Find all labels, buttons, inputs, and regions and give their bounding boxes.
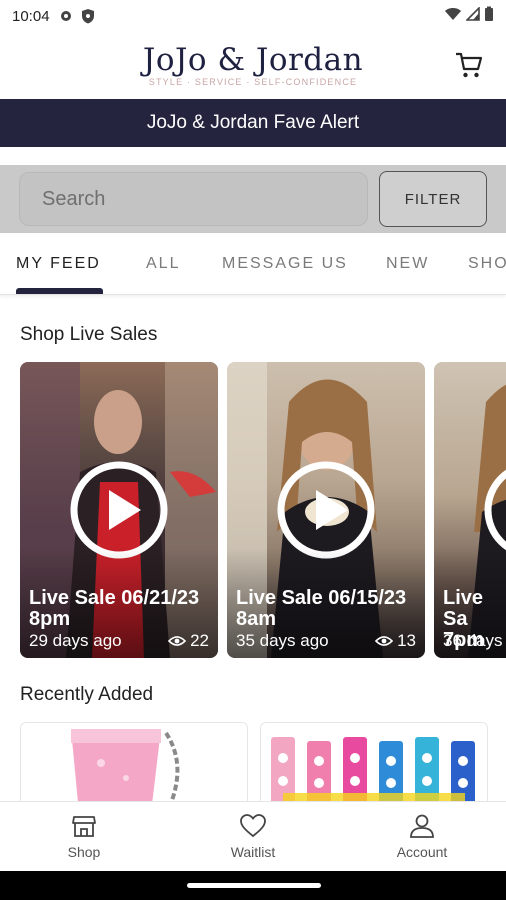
nav-waitlist-label: Waitlist bbox=[230, 844, 276, 860]
fave-alert-text: JoJo & Jordan Fave Alert bbox=[146, 112, 360, 133]
nav-waitlist[interactable]: Waitlist bbox=[169, 802, 337, 872]
tab-message-us[interactable]: MESSAGE US bbox=[222, 233, 348, 294]
bottom-nav: Shop Waitlist Account bbox=[0, 801, 506, 871]
product-card[interactable] bbox=[260, 722, 488, 802]
section-title-live: Shop Live Sales bbox=[20, 324, 158, 345]
search-bar: Search FILTER bbox=[0, 165, 506, 233]
product-card[interactable] bbox=[20, 722, 248, 802]
system-gesture-bar bbox=[0, 871, 506, 900]
play-icon[interactable] bbox=[69, 460, 169, 560]
brand-logo[interactable]: JoJo & Jordan STYLE · SERVICE · SELF-CON… bbox=[143, 43, 363, 87]
nav-shop-label: Shop bbox=[67, 844, 101, 860]
tab-new[interactable]: NEW bbox=[386, 233, 429, 294]
battery-icon bbox=[484, 6, 494, 26]
wifi-icon bbox=[444, 7, 462, 25]
home-gesture-handle[interactable] bbox=[187, 883, 321, 888]
nav-account[interactable]: Account bbox=[338, 802, 506, 872]
play-icon[interactable] bbox=[276, 460, 376, 560]
live-sale-age: 35 days ago bbox=[236, 631, 329, 650]
view-count-value: 13 bbox=[397, 631, 416, 650]
section-title-recent: Recently Added bbox=[20, 684, 154, 705]
cart-button[interactable] bbox=[454, 50, 484, 80]
product-thumbnail bbox=[21, 723, 247, 802]
view-count-value: 22 bbox=[190, 631, 209, 650]
status-icons bbox=[444, 6, 494, 26]
tab-all[interactable]: ALL bbox=[146, 233, 180, 294]
search-placeholder: Search bbox=[42, 187, 106, 210]
tab-my-feed[interactable]: MY FEED bbox=[16, 233, 101, 294]
status-bar: 10:04 bbox=[0, 0, 506, 32]
logo-tagline: STYLE · SERVICE · SELF-CONFIDENCE bbox=[148, 77, 358, 87]
nav-account-label: Account bbox=[396, 844, 448, 860]
status-time: 10:04 bbox=[12, 7, 50, 25]
cart-icon bbox=[456, 52, 483, 78]
live-sale-card[interactable]: Live Sale 06/21/23 8pm 29 days ago 22 bbox=[20, 362, 218, 658]
active-tab-indicator bbox=[16, 288, 103, 294]
search-input[interactable]: Search bbox=[19, 172, 368, 226]
settings-gear-icon bbox=[58, 8, 74, 24]
product-thumbnail bbox=[261, 723, 487, 802]
heart-icon bbox=[240, 814, 266, 838]
store-icon bbox=[72, 816, 96, 837]
user-icon bbox=[410, 814, 434, 838]
nav-shop[interactable]: Shop bbox=[0, 802, 168, 872]
filter-label: FILTER bbox=[404, 190, 462, 208]
fave-alert-banner[interactable]: JoJo & Jordan Fave Alert bbox=[0, 99, 506, 147]
shield-icon bbox=[80, 8, 96, 24]
live-sale-age: 29 days ago bbox=[29, 631, 122, 650]
live-sales-carousel[interactable]: Live Sale 06/21/23 8pm 29 days ago 22 Li… bbox=[20, 362, 506, 658]
live-sale-title: Live Sale 06/15/23 8am bbox=[236, 587, 407, 630]
play-icon[interactable] bbox=[483, 460, 506, 560]
live-sale-title: Live Sale 06/21/23 8pm bbox=[29, 587, 200, 630]
eye-icon bbox=[375, 636, 394, 646]
app-header: JoJo & Jordan STYLE · SERVICE · SELF-CON… bbox=[0, 32, 506, 98]
signal-icon bbox=[465, 6, 480, 25]
feed-tabs: MY FEED ALL MESSAGE US NEW SHO bbox=[0, 233, 506, 295]
eye-icon bbox=[168, 636, 187, 646]
filter-button[interactable]: FILTER bbox=[379, 171, 487, 227]
live-sale-meta: 35 days ago 13 bbox=[236, 631, 416, 651]
view-count: 13 bbox=[375, 631, 416, 651]
recently-added-list[interactable] bbox=[20, 722, 506, 802]
view-count: 22 bbox=[168, 631, 209, 651]
live-sale-card[interactable]: Live Sale 06/15/23 8am 35 days ago 13 bbox=[227, 362, 425, 658]
live-sale-age: 36 days bbox=[443, 631, 503, 650]
tab-shop[interactable]: SHO bbox=[468, 233, 506, 294]
live-sale-meta: 29 days ago 22 bbox=[29, 631, 209, 651]
live-sale-meta: 36 days bbox=[443, 631, 506, 651]
live-sale-card[interactable]: Live Sa 7pm 36 days bbox=[434, 362, 506, 658]
logo-text: JoJo & Jordan bbox=[142, 42, 364, 78]
